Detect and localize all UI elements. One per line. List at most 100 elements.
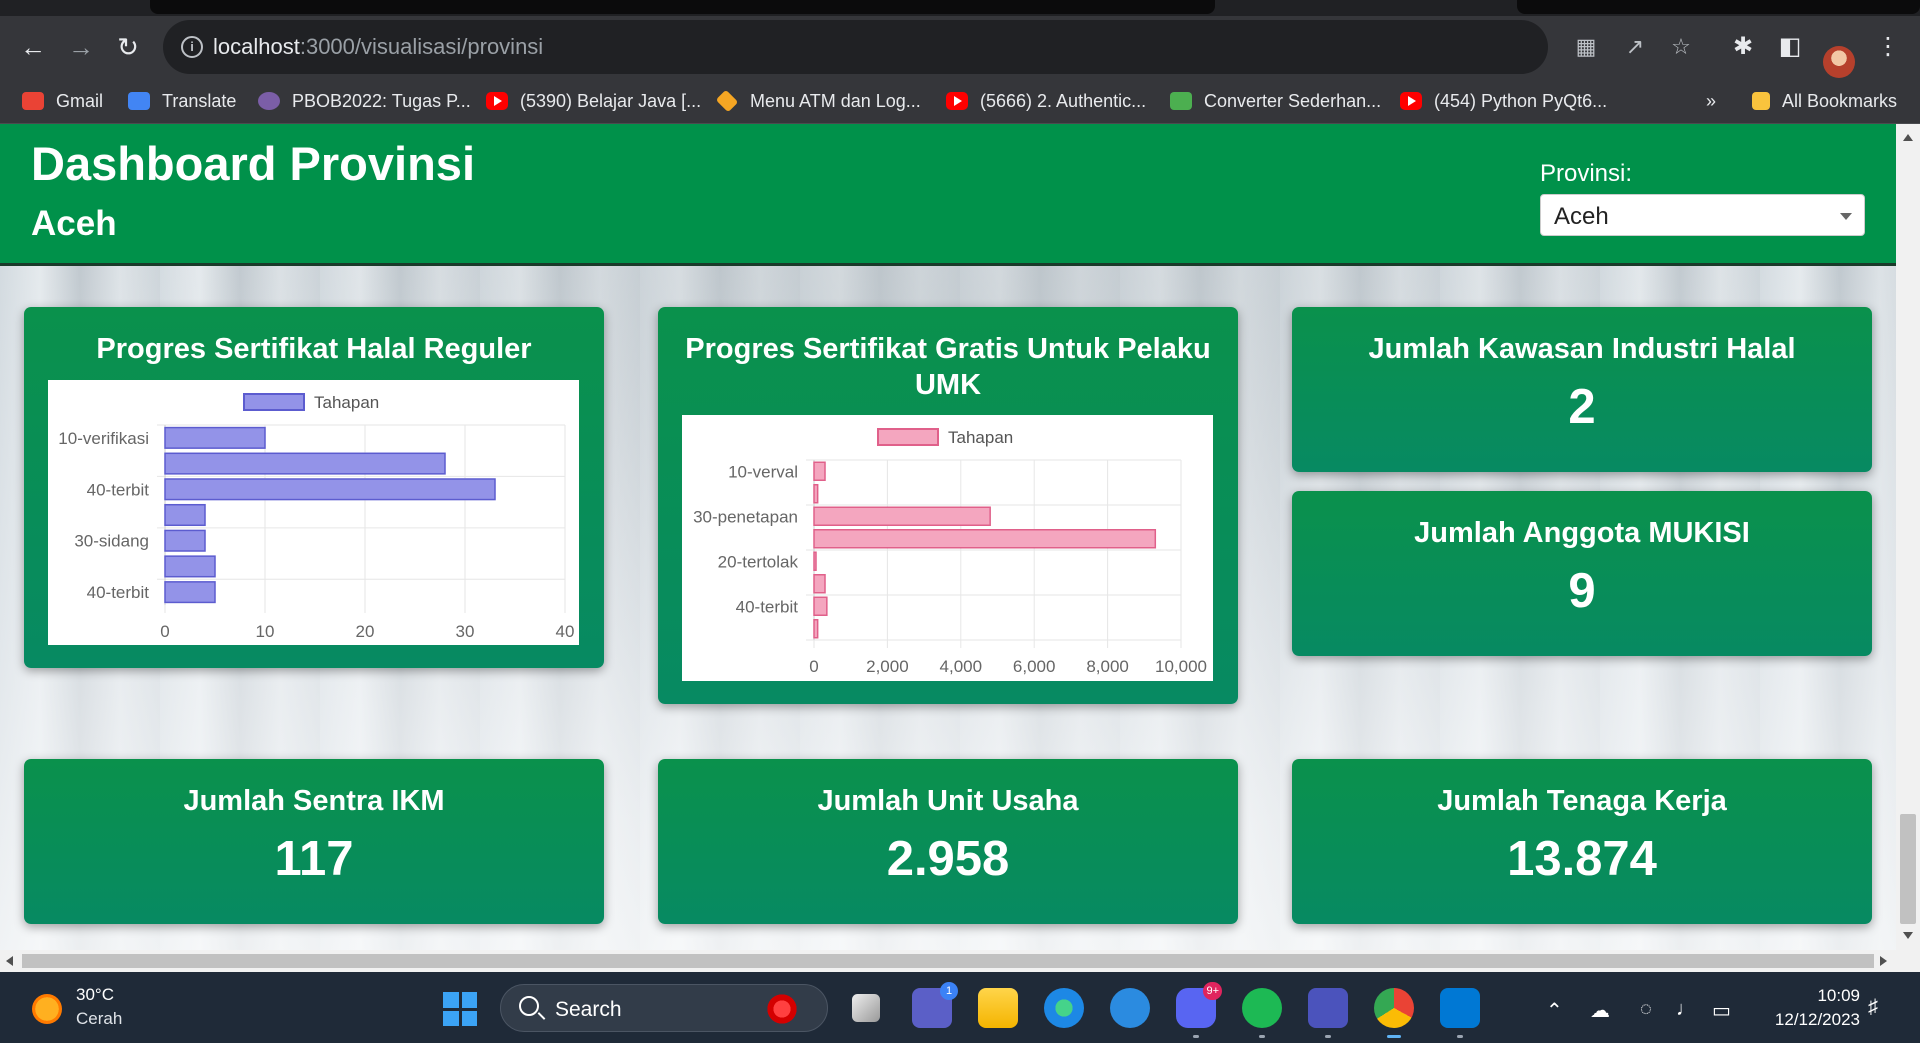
weather-sun-icon[interactable]: [32, 994, 62, 1024]
active-tab[interactable]: [150, 0, 1215, 14]
scroll-left-icon[interactable]: [6, 956, 13, 966]
profile-avatar[interactable]: [1823, 46, 1855, 78]
battery-icon[interactable]: ▭: [1712, 998, 1731, 1023]
bookmark-label: Converter Sederhan...: [1204, 90, 1382, 111]
task-view-icon[interactable]: [852, 994, 880, 1022]
legend-label: Tahapan: [314, 393, 379, 412]
card-gratis-umk: Progres Sertifikat Gratis Untuk Pelaku U…: [658, 307, 1238, 704]
card-title: Progres Sertifikat Gratis Untuk Pelaku U…: [685, 333, 1211, 401]
card-anggota-mukisi: Jumlah Anggota MUKISI 9: [1292, 491, 1872, 656]
file-explorer-icon[interactable]: [978, 988, 1018, 1028]
weather-condition[interactable]: Cerah: [76, 1009, 122, 1029]
scroll-up-icon[interactable]: [1903, 134, 1913, 141]
card-title: Jumlah Tenaga Kerja: [1437, 785, 1727, 817]
bar: [164, 503, 206, 527]
card-tenaga-kerja: Jumlah Tenaga Kerja 13.874: [1292, 759, 1872, 924]
gratis-umk-bar-chart: Tahapan 0 2,000 4,000 6,000 8,000 10,000 10-ver…: [693, 428, 1207, 676]
bookmark-authentic[interactable]: (5666) 2. Authentic...: [946, 86, 1146, 116]
taskbar: 30°C Cerah Search 1 9+ ⌃ ☁ ◌ ♩ ▭ 10:09 1…: [0, 972, 1920, 1043]
stat-value: 2: [1568, 380, 1596, 434]
browser-tab[interactable]: [1517, 0, 1920, 14]
menu-kebab-icon[interactable]: ⋮: [1873, 32, 1903, 62]
google-translate-icon[interactable]: ▦: [1573, 34, 1599, 60]
address-bar[interactable]: i localhost:3000/visualisasi/provinsi ▦ …: [163, 20, 1691, 74]
bookmark-belajar-java[interactable]: (5390) Belajar Java [...: [486, 86, 701, 116]
bar: [164, 452, 446, 475]
site-info-icon[interactable]: i: [181, 36, 203, 58]
reload-icon[interactable]: ↻: [111, 30, 145, 64]
province-subtitle: Aceh: [31, 204, 117, 243]
x-tick-label: 4,000: [940, 657, 983, 676]
card-sentra-ikm: Jumlah Sentra IKM 117: [24, 759, 604, 924]
x-tick-label: 2,000: [866, 657, 909, 676]
translate-icon: [128, 92, 150, 110]
bookmark-label: Gmail: [56, 90, 104, 111]
clock-date: 12/12/2023: [1774, 1010, 1860, 1029]
bookmark-translate[interactable]: Translate: [128, 86, 236, 116]
card-unit-usaha: Jumlah Unit Usaha 2.958: [658, 759, 1238, 924]
youtube-icon: [1400, 92, 1422, 110]
weather-temperature[interactable]: 30°C: [76, 985, 114, 1005]
cube-icon: [1170, 92, 1192, 110]
card-title: Jumlah Kawasan Industri Halal: [1368, 333, 1796, 365]
bookmark-pbob2022[interactable]: PBOB2022: Tugas P...: [258, 86, 471, 116]
edge-browser-icon[interactable]: [1044, 988, 1084, 1028]
x-tick-label: 10,000: [1155, 657, 1207, 676]
chrome-icon[interactable]: [1374, 988, 1414, 1038]
scrollbar-thumb[interactable]: [22, 954, 1874, 968]
teams-chat-icon[interactable]: 1: [912, 982, 958, 1028]
forward-arrow-icon[interactable]: →: [64, 30, 98, 64]
teams-icon[interactable]: [1308, 988, 1348, 1038]
get-help-icon[interactable]: [1110, 988, 1150, 1028]
x-tick-label: 8,000: [1086, 657, 1129, 676]
chevron-up-icon[interactable]: ⌃: [1546, 998, 1563, 1023]
all-bookmarks-button[interactable]: All Bookmarks: [1752, 86, 1897, 116]
url-text[interactable]: localhost:3000/visualisasi/provinsi: [213, 34, 543, 60]
bookmark-pyqt6[interactable]: (454) Python PyQt6...: [1400, 86, 1607, 116]
wifi-icon[interactable]: ◌: [1640, 998, 1652, 1021]
scroll-right-icon[interactable]: [1880, 956, 1887, 966]
side-panel-icon[interactable]: ◧: [1775, 32, 1805, 62]
back-arrow-icon[interactable]: ←: [16, 30, 50, 64]
discord-icon[interactable]: 9+: [1176, 982, 1222, 1038]
windows-start-icon[interactable]: [443, 992, 477, 1026]
dashboard-header: Dashboard Provinsi Aceh Provinsi: Aceh: [0, 124, 1896, 266]
card-kawasan-industri: Jumlah Kawasan Industri Halal 2: [1292, 307, 1872, 472]
province-select[interactable]: Aceh: [1540, 194, 1865, 236]
bookmark-menu-atm[interactable]: Menu ATM dan Log...: [715, 86, 921, 116]
bar: [813, 529, 1157, 549]
taskbar-search[interactable]: Search: [500, 984, 828, 1032]
bookmark-label: Translate: [162, 90, 237, 111]
share-icon[interactable]: ↗: [1622, 34, 1648, 60]
search-label: Search: [555, 998, 622, 1021]
chevron-down-icon: [1840, 213, 1852, 220]
bookmark-label: (454) Python PyQt6...: [1434, 90, 1608, 111]
stat-value: 2.958: [886, 832, 1010, 886]
stat-value: 9: [1568, 564, 1596, 618]
volume-icon[interactable]: ♩: [1676, 998, 1696, 1021]
tab-strip: [0, 0, 1920, 16]
system-clock[interactable]: 10:09 12/12/2023: [1742, 984, 1860, 1032]
page-viewport: Dashboard Provinsi Aceh Provinsi: Aceh P…: [0, 124, 1896, 950]
notification-bell-icon[interactable]: ♯: [1868, 996, 1888, 1018]
legend-swatch: [243, 393, 305, 411]
bookmarks-overflow-button[interactable]: »: [1706, 86, 1716, 116]
search-icon: [519, 996, 539, 1016]
vscode-icon[interactable]: [1440, 988, 1480, 1038]
y-tick-label: 10-verifikasi: [58, 429, 149, 448]
horizontal-scrollbar[interactable]: [0, 950, 1920, 972]
poinsettia-icon: [763, 994, 801, 1024]
bar: [164, 426, 266, 449]
scroll-down-icon[interactable]: [1903, 932, 1913, 939]
y-tick-label: 10-verval: [728, 462, 798, 481]
bookmark-converter[interactable]: Converter Sederhan...: [1170, 86, 1381, 116]
onedrive-icon[interactable]: ☁: [1590, 998, 1610, 1023]
vertical-scrollbar[interactable]: [1896, 124, 1920, 950]
scrollbar-thumb[interactable]: [1900, 814, 1916, 924]
url-path: :3000/visualisasi/provinsi: [299, 34, 544, 59]
bookmark-gmail[interactable]: Gmail: [22, 86, 103, 116]
bookmark-star-icon[interactable]: ☆: [1668, 34, 1694, 60]
x-tick-label: 30: [456, 622, 475, 641]
extensions-icon[interactable]: ✱: [1728, 32, 1758, 62]
spotify-icon[interactable]: [1242, 988, 1282, 1038]
